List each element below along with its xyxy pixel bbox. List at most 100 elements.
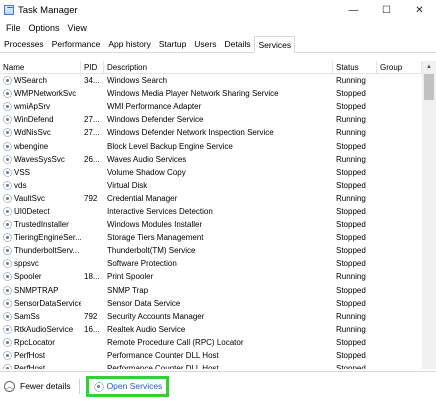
service-status: Running xyxy=(336,76,366,86)
menu-file[interactable]: File xyxy=(2,23,25,33)
table-row[interactable]: UI0Detect Interactive Services Detection S… xyxy=(0,205,422,218)
table-row[interactable]: WMPNetworkSvc Windows Media Player Networ… xyxy=(0,87,422,100)
table-row[interactable]: VaultSvc 792 Credential Manager Running xyxy=(0,192,422,205)
service-group xyxy=(377,284,422,297)
service-pid xyxy=(81,87,104,100)
service-pid xyxy=(81,336,104,349)
table-row[interactable]: ThunderboltServ... Thunderbolt(TM) Servic… xyxy=(0,244,422,257)
service-gear-icon xyxy=(3,180,12,190)
service-gear-icon xyxy=(3,311,12,321)
service-name: VaultSvc xyxy=(14,193,45,203)
open-services-label: Open Services xyxy=(106,381,163,391)
service-gear-icon xyxy=(3,206,12,216)
service-pid xyxy=(81,231,104,244)
service-pid xyxy=(81,284,104,297)
service-group xyxy=(377,323,422,336)
table-row[interactable]: SensorDataService Sensor Data Service Stop… xyxy=(0,297,422,310)
maximize-button[interactable]: ☐ xyxy=(370,0,403,20)
table-row[interactable]: VSS Volume Shadow Copy Stopped xyxy=(0,166,422,179)
service-pid: 27... xyxy=(84,115,100,125)
table-row[interactable]: RtkAudioService 16... Realtek Audio Servic… xyxy=(0,323,422,336)
column-header-status[interactable]: Status xyxy=(333,61,377,74)
service-name-cell: RpcLocator xyxy=(0,336,81,349)
service-gear-icon xyxy=(3,351,12,361)
service-name-cell: WavesSysSvc xyxy=(0,153,81,166)
table-row[interactable]: SamSs 792 Security Accounts Manager Running xyxy=(0,310,422,323)
fewer-details-button[interactable]: ︿ Fewer details xyxy=(4,380,71,392)
table-row[interactable]: TrustedInstaller Windows Modules Installe… xyxy=(0,218,422,231)
table-row[interactable]: wmiApSrv WMI Performance Adapter Stopped xyxy=(0,100,422,113)
service-name-cell: wmiApSrv xyxy=(0,100,81,113)
service-pid xyxy=(81,218,104,231)
scrollbar-thumb[interactable] xyxy=(424,74,434,100)
service-description: Windows Defender Network Inspection Serv… xyxy=(107,128,274,138)
menu-options[interactable]: Options xyxy=(25,23,64,33)
table-row[interactable]: PerfHost Performance Counter DLL Host Stop… xyxy=(0,349,422,362)
menu-view[interactable]: View xyxy=(64,23,91,33)
service-description: Windows Modules Installer xyxy=(107,220,203,230)
service-pid: 792 xyxy=(84,311,98,321)
service-group xyxy=(377,270,422,283)
open-services-link[interactable]: Open Services xyxy=(85,375,170,397)
service-status: Running xyxy=(336,154,366,164)
service-description: Sensor Data Service xyxy=(107,298,181,308)
table-row[interactable]: SNMPTRAP SNMP Trap Stopped xyxy=(0,284,422,297)
table-row[interactable]: sppsvc Software Protection Stopped xyxy=(0,257,422,270)
service-pid xyxy=(81,349,104,362)
tab-services[interactable]: Services xyxy=(254,36,296,53)
table-row[interactable]: TieringEngineSer... Storage Tiers Managem… xyxy=(0,231,422,244)
table-row[interactable]: Spooler 18... Print Spooler Running xyxy=(0,270,422,283)
table-row[interactable]: WdNisSvc 27... Windows Defender Network In… xyxy=(0,126,422,139)
service-description: Volume Shadow Copy xyxy=(107,167,186,177)
service-name-cell: RtkAudioService xyxy=(0,323,81,336)
service-status: Stopped xyxy=(336,89,366,99)
service-description: Storage Tiers Management xyxy=(107,233,204,243)
service-status: Running xyxy=(336,311,366,321)
close-button[interactable]: ✕ xyxy=(403,0,436,20)
table-row[interactable]: RpcLocator Remote Procedure Call (RPC) Lo… xyxy=(0,336,422,349)
service-description: Remote Procedure Call (RPC) Locator xyxy=(107,337,244,347)
table-row[interactable]: PerfHost Performance Counter DLL Host Stop… xyxy=(0,362,422,369)
service-name-cell: SamSs xyxy=(0,310,81,323)
service-pid: 18... xyxy=(84,272,100,282)
service-name-cell: UI0Detect xyxy=(0,205,81,218)
table-row[interactable]: vds Virtual Disk Stopped xyxy=(0,179,422,192)
service-pid: 16... xyxy=(84,324,100,334)
tab-bar: Processes Performance App history Startu… xyxy=(0,36,436,53)
column-header-group[interactable]: Group xyxy=(377,61,422,74)
service-group xyxy=(377,244,422,257)
service-description: Windows Media Player Network Sharing Ser… xyxy=(107,89,279,99)
footer-bar: ︿ Fewer details Open Services xyxy=(0,371,436,400)
service-name-cell: PerfHost xyxy=(0,362,81,369)
minimize-button[interactable]: — xyxy=(337,0,370,20)
tab-users[interactable]: Users xyxy=(190,36,220,52)
service-description: Windows Defender Service xyxy=(107,115,204,125)
tab-details[interactable]: Details xyxy=(221,36,255,52)
service-group xyxy=(377,192,422,205)
service-name-cell: SensorDataService xyxy=(0,297,81,310)
scroll-up-icon[interactable]: ▲ xyxy=(422,61,436,73)
services-table: Name PID Description Status Group WSearc… xyxy=(0,61,436,369)
service-name-cell: VSS xyxy=(0,166,81,179)
tab-performance[interactable]: Performance xyxy=(48,36,105,52)
table-row[interactable]: WavesSysSvc 26... Waves Audio Services Runn… xyxy=(0,153,422,166)
table-row[interactable]: WinDefend 27... Windows Defender Service Ru… xyxy=(0,113,422,126)
tab-processes[interactable]: Processes xyxy=(0,36,48,52)
service-name: PerfHost xyxy=(14,364,46,369)
service-group xyxy=(377,113,422,126)
vertical-scrollbar[interactable]: ▲ xyxy=(422,61,436,369)
tab-startup[interactable]: Startup xyxy=(155,36,190,52)
table-row[interactable]: WSearch 34... Windows Search Running xyxy=(0,74,422,87)
service-pid: 34... xyxy=(84,76,100,86)
service-name-cell: sppsvc xyxy=(0,257,81,270)
service-pid: 26... xyxy=(84,154,100,164)
column-header-pid[interactable]: PID xyxy=(81,61,104,74)
service-name: WinDefend xyxy=(14,115,54,125)
service-description: Realtek Audio Service xyxy=(107,324,186,334)
column-header-description[interactable]: Description xyxy=(104,61,333,74)
column-header-name[interactable]: Name xyxy=(0,61,81,74)
tab-app-history[interactable]: App history xyxy=(104,36,155,52)
service-gear-icon xyxy=(3,337,12,347)
table-row[interactable]: wbengine Block Level Backup Engine Servic… xyxy=(0,139,422,152)
service-name: WMPNetworkSvc xyxy=(14,89,77,99)
